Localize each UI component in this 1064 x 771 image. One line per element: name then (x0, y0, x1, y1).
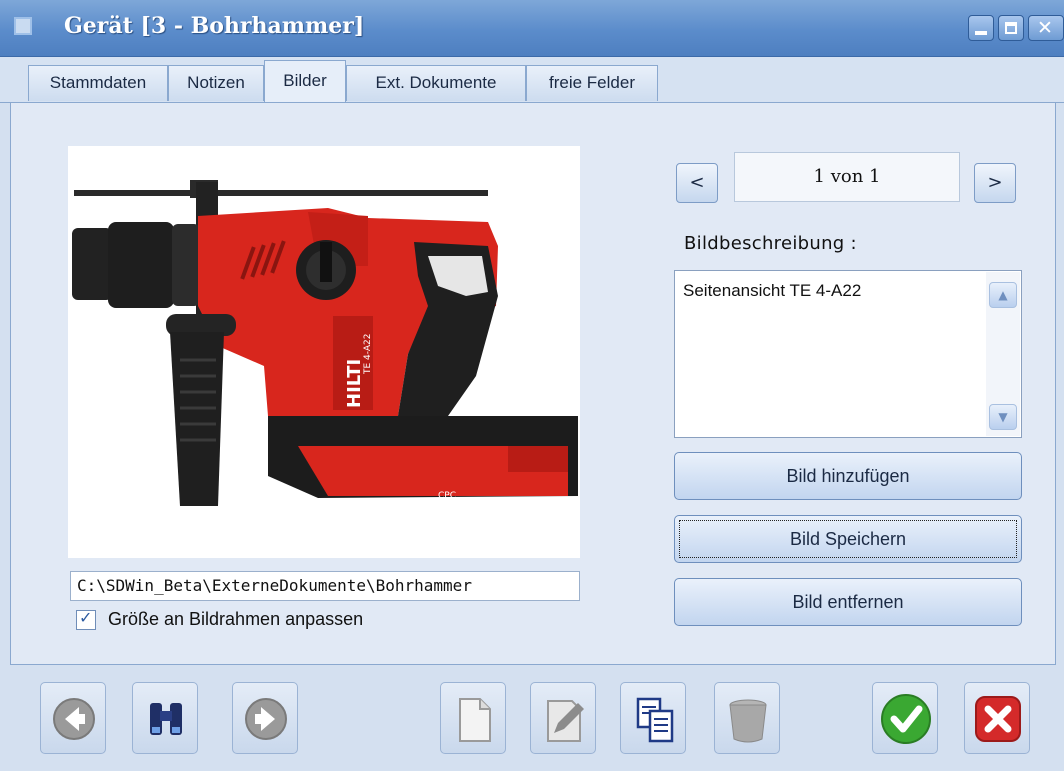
copy-icon (636, 697, 674, 743)
maximize-icon (1005, 22, 1017, 34)
remove-image-button[interactable]: Bild entfernen (674, 578, 1022, 626)
title-bar[interactable]: Gerät [3 - Bohrhammer] ✕ (0, 0, 1064, 57)
binoculars-icon (150, 703, 182, 735)
cancel-icon (975, 696, 1021, 742)
edit-button[interactable] (530, 682, 596, 754)
back-button[interactable] (40, 682, 106, 754)
close-icon: ✕ (1037, 17, 1053, 39)
new-document-icon (459, 698, 491, 742)
close-button[interactable]: ✕ (1028, 15, 1064, 41)
device-window: Gerät [3 - Bohrhammer] ✕ Stammdaten Noti… (0, 0, 1064, 771)
checkmark-icon: ✓ (79, 608, 93, 627)
scroll-up-icon[interactable]: ▲ (989, 282, 1017, 308)
image-counter: 1 von 1 (734, 152, 960, 202)
brand-logo-text: HILTI (344, 359, 365, 408)
fit-to-frame-checkbox[interactable]: ✓ (76, 608, 96, 630)
tab-notizen[interactable]: Notizen (168, 65, 264, 101)
edit-icon (547, 700, 584, 742)
tab-stammdaten[interactable]: Stammdaten (28, 65, 168, 101)
forward-arrow-icon (245, 698, 287, 740)
window-title: Gerät [3 - Bohrhammer] (64, 13, 365, 39)
search-button[interactable] (132, 682, 198, 754)
confirm-icon (881, 694, 931, 744)
scroll-down-icon[interactable]: ▼ (989, 404, 1017, 430)
description-textarea[interactable]: Seitenansicht TE 4-A22 ▲ ▼ (674, 270, 1022, 438)
cancel-button[interactable] (964, 682, 1030, 754)
image-preview: HILTI TE 4-A22 CPC (68, 146, 580, 558)
focus-rectangle (679, 520, 1017, 558)
maximize-button[interactable] (998, 15, 1024, 41)
app-icon (14, 17, 32, 35)
previous-image-button[interactable]: < (676, 163, 718, 203)
minimize-icon (975, 31, 987, 35)
trash-icon (729, 699, 767, 743)
battery-badge: CPC (438, 491, 456, 501)
image-path-field[interactable]: C:\SDWin_Beta\ExterneDokumente\Bohrhamme… (70, 571, 580, 601)
model-label: TE 4-A22 (363, 334, 373, 375)
tab-bilder[interactable]: Bilder (264, 60, 346, 103)
delete-button[interactable] (714, 682, 780, 754)
add-image-button[interactable]: Bild hinzufügen (674, 452, 1022, 500)
description-text: Seitenansicht TE 4-A22 (683, 281, 862, 300)
tab-freie-felder[interactable]: freie Felder (526, 65, 658, 101)
description-scrollbar[interactable]: ▲ ▼ (986, 272, 1020, 436)
save-image-button[interactable]: Bild Speichern (674, 515, 1022, 563)
confirm-button[interactable] (872, 682, 938, 754)
copy-button[interactable] (620, 682, 686, 754)
fit-to-frame-label[interactable]: Größe an Bildrahmen anpassen (108, 609, 363, 630)
tab-ext-dokumente[interactable]: Ext. Dokumente (346, 65, 526, 101)
minimize-button[interactable] (968, 15, 994, 41)
next-image-button[interactable]: > (974, 163, 1016, 203)
description-label: Bildbeschreibung : (684, 233, 857, 254)
forward-button[interactable] (232, 682, 298, 754)
back-arrow-icon (53, 698, 95, 740)
new-button[interactable] (440, 682, 506, 754)
hammer-drill-image: HILTI TE 4-A22 CPC (72, 180, 578, 506)
